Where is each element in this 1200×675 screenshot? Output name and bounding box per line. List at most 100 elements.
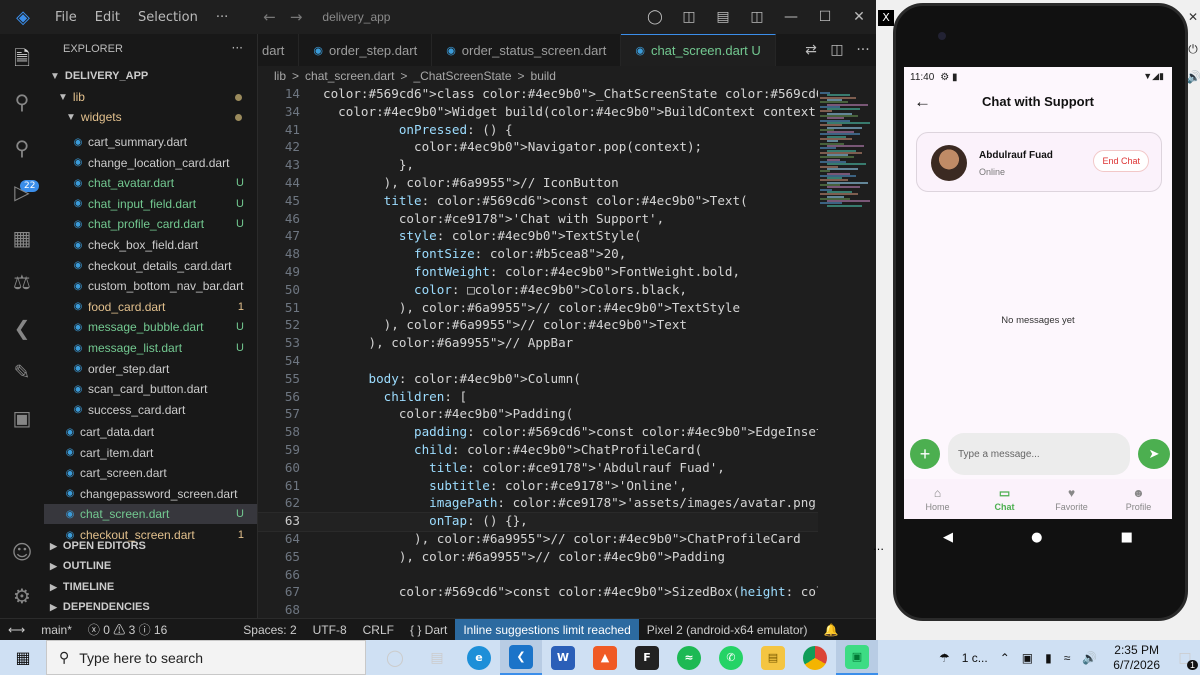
chat-profile-card[interactable]: Abdulrauf Fuad Online End Chat [916, 132, 1162, 192]
file-item[interactable]: ◉ message_list.dart U [44, 338, 257, 358]
split-editor-icon[interactable]: ◫ [824, 42, 850, 58]
extensions-icon[interactable]: ▦ [0, 226, 44, 250]
file-item[interactable]: ◉ cart_data.dart [44, 422, 257, 442]
settings-gear-icon[interactable]: ⚙ [0, 584, 44, 608]
file-item[interactable]: ◉ scan_card_button.dart [44, 379, 257, 399]
code-line[interactable]: 45 title: color:#569cd6">const color:#4e… [258, 193, 818, 211]
code-line[interactable]: 59 child: color:#4ec9b0">ChatProfileCard… [258, 442, 818, 460]
word-icon[interactable]: W [542, 640, 584, 675]
code-line[interactable]: 57 color:#4ec9b0">Padding( [258, 406, 818, 424]
tray-chevron-up-icon[interactable]: ⌃ [994, 651, 1016, 665]
tab-partial[interactable]: dart [258, 34, 300, 66]
code-line[interactable]: 52 ), color:#6a9955">// color:#4ec9b0">T… [258, 317, 818, 335]
notification-center-icon[interactable]: □ 1 [1170, 650, 1200, 670]
code-line[interactable]: 55 body: color:#4ec9b0">Column( [258, 371, 818, 389]
file-item[interactable]: ◉ success_card.dart [44, 400, 257, 420]
code-line[interactable]: 62 imagePath: color:#ce9178">'assets/ima… [258, 495, 818, 513]
tab-order-step[interactable]: ◉ order_step.dart [299, 34, 433, 66]
section-outline[interactable]: ▶ OUTLINE [44, 556, 257, 576]
breadcrumb-file[interactable]: chat_screen.dart [305, 69, 394, 83]
emulator-close-icon[interactable]: ✕ [1186, 10, 1200, 24]
code-line[interactable]: 68 [258, 602, 818, 618]
file-item[interactable]: ◉ changepassword_screen.dart [44, 484, 257, 504]
close-icon[interactable]: ✕ [842, 9, 876, 25]
send-button[interactable]: ➤ [1138, 439, 1170, 469]
inline-suggestions-status[interactable]: Inline suggestions limit reached [455, 618, 639, 641]
search-icon[interactable]: ⚲ [0, 90, 44, 114]
taskbar-clock[interactable]: 2:35 PM 6/7/2026 [1103, 643, 1170, 673]
minimize-icon[interactable]: — [774, 9, 808, 25]
breadcrumb-lib[interactable]: lib [274, 69, 286, 83]
file-item[interactable]: ◉ checkout_details_card.dart [44, 256, 257, 276]
breadcrumb-method[interactable]: build [531, 69, 556, 83]
menu-more[interactable]: ··· [207, 10, 237, 25]
explorer-icon[interactable]: 🗎 [0, 44, 44, 78]
android-back-icon[interactable]: ◀ [943, 530, 953, 545]
code-line[interactable]: 14 color:#569cd6">class color:#4ec9b0">_C… [258, 86, 818, 104]
weather-text[interactable]: 1 c... [956, 651, 994, 665]
file-item[interactable]: ◉ food_card.dart 1 [44, 297, 257, 317]
code-line[interactable]: 44 ), color:#6a9955">// IconButton [258, 175, 818, 193]
volume-icon[interactable]: 🔊 [1076, 651, 1103, 665]
android-home-icon[interactable]: ● [1031, 530, 1042, 545]
edge-browser-icon[interactable]: e [458, 640, 500, 675]
add-attachment-button[interactable]: + [910, 439, 940, 469]
emulator-volume-icon[interactable]: 🔊 [1186, 70, 1200, 84]
code-line[interactable]: 43 }, [258, 157, 818, 175]
brave-icon[interactable]: ▲ [584, 640, 626, 675]
nav-arrows-icon[interactable]: ←→ [263, 8, 316, 26]
x-app-icon[interactable]: X [878, 10, 894, 26]
file-item[interactable]: ◉ custom_bottom_nav_bar.dart [44, 276, 257, 296]
device-indicator[interactable]: Pixel 2 (android-x64 emulator) [639, 623, 816, 637]
more-actions-icon[interactable]: ··· [850, 42, 876, 58]
tab-chat-screen[interactable]: ◉ chat_screen.dart U [621, 34, 776, 66]
code-line[interactable]: 60 title: color:#ce9178">'Abdulrauf Fuad… [258, 460, 818, 478]
layout-panel-icon[interactable]: ▤ [706, 9, 740, 25]
file-item[interactable]: ◉ cart_screen.dart [44, 463, 257, 483]
file-item[interactable]: ◉ change_location_card.dart [44, 153, 257, 173]
chrome-icon[interactable] [794, 640, 836, 675]
menu-file[interactable]: File [46, 10, 86, 25]
minimap[interactable] [818, 86, 876, 618]
code-line[interactable]: 65 ), color:#6a9955">// color:#4ec9b0">P… [258, 549, 818, 567]
wifi-icon[interactable]: ≈ [1058, 651, 1077, 665]
code-line[interactable]: 51 ), color:#6a9955">// color:#4ec9b0">T… [258, 300, 818, 318]
edit-icon[interactable]: ✎ [0, 360, 44, 384]
file-item[interactable]: ◉ check_box_field.dart [44, 235, 257, 255]
encoding-indicator[interactable]: UTF-8 [305, 623, 355, 637]
layout-secondary-icon[interactable]: ◫ [740, 9, 774, 25]
code-line[interactable]: 66 [258, 567, 818, 585]
file-item[interactable]: ◉ cart_summary.dart [44, 132, 257, 152]
code-line[interactable]: 50 color: □color:#4ec9b0">Colors.black, [258, 282, 818, 300]
code-line[interactable]: 42 color:#4ec9b0">Navigator.pop(context)… [258, 139, 818, 157]
nav-item-favorite[interactable]: ♥ Favorite [1038, 479, 1105, 519]
remote-indicator-icon[interactable]: ⟷ [0, 623, 33, 637]
code-line[interactable]: 53 ), color:#6a9955">// AppBar [258, 335, 818, 353]
menu-edit[interactable]: Edit [86, 10, 129, 25]
code-editor[interactable]: 14 color:#569cd6">class color:#4ec9b0">_C… [258, 86, 818, 618]
menu-selection[interactable]: Selection [129, 10, 207, 25]
breadcrumb-class[interactable]: _ChatScreenState [413, 69, 511, 83]
code-line[interactable]: 54 [258, 353, 818, 371]
run-debug-icon[interactable]: ▷ [0, 180, 44, 204]
meet-now-icon[interactable]: ▣ [1016, 651, 1039, 665]
battery-icon[interactable]: ▮ [1039, 651, 1058, 665]
nav-item-profile[interactable]: ☻ Profile [1105, 479, 1172, 519]
file-item[interactable]: ◉ cart_item.dart [44, 443, 257, 463]
nav-item-home[interactable]: ⌂ Home [904, 479, 971, 519]
code-line[interactable]: 56 children: [ [258, 389, 818, 407]
file-item[interactable]: ◉ chat_profile_card.dart U [44, 214, 257, 234]
source-control-icon[interactable]: ⚲ [0, 136, 44, 160]
message-input[interactable] [948, 433, 1130, 475]
code-line[interactable]: 41 onPressed: () { [258, 122, 818, 140]
code-line[interactable]: 63 onTap: () {}, [258, 512, 818, 533]
layout-sidebar-icon[interactable]: ◫ [672, 9, 706, 25]
compare-icon[interactable]: ⇄ [798, 42, 824, 58]
more-actions-icon[interactable]: ··· [232, 41, 243, 55]
emulator-power-icon[interactable]: ⏻ [1186, 42, 1200, 57]
code-line[interactable]: 67 color:#569cd6">const color:#4ec9b0">S… [258, 584, 818, 602]
problems-indicator[interactable]: ⓧ 0 ⚠ 3 ⓘ 16 [80, 621, 175, 638]
code-line[interactable]: 64 ), color:#6a9955">// color:#4ec9b0">C… [258, 531, 818, 549]
folder-widgets[interactable]: ▼ widgets [44, 107, 257, 127]
copilot-icon[interactable]: ◯ [638, 9, 672, 25]
